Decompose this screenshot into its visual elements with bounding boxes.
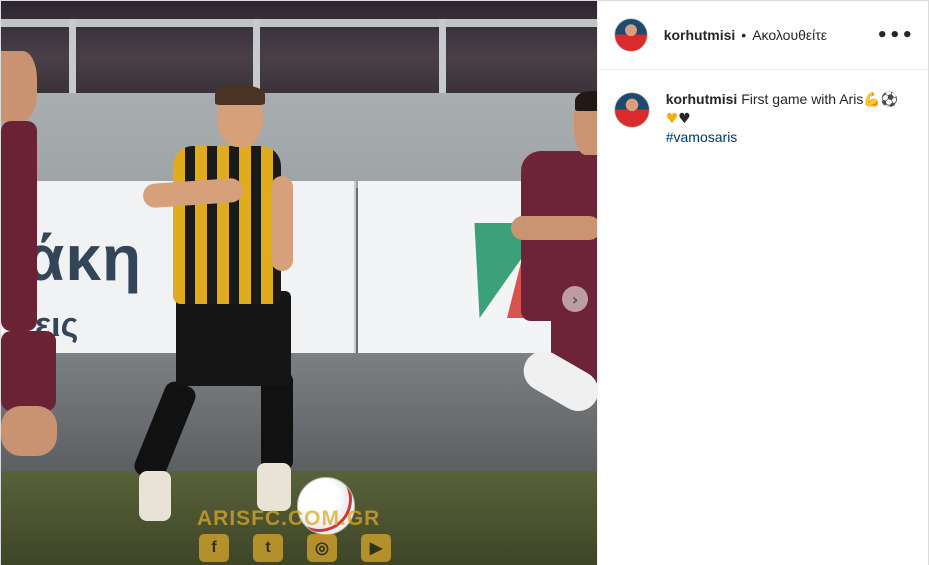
main-player-boot-right <box>257 463 291 511</box>
lower-wall <box>1 353 597 473</box>
stand-railing <box>1 19 597 27</box>
caption-avatar[interactable] <box>613 92 650 128</box>
post-header: korhutmisi • Ακολουθείτε ••• <box>597 1 928 70</box>
caption-text: First game with Aris <box>741 91 864 107</box>
board-text-large: άκη <box>25 222 143 294</box>
more-options-icon[interactable]: ••• <box>876 25 914 46</box>
left-player-leg <box>1 406 57 456</box>
header-username[interactable]: korhutmisi <box>664 27 736 43</box>
youtube-icon: ▶ <box>361 534 391 562</box>
follow-status[interactable]: Ακολουθείτε <box>752 27 827 43</box>
left-player-head <box>1 51 37 121</box>
railing-post <box>439 19 446 93</box>
main-player-shorts <box>176 291 291 386</box>
post-side-panel: korhutmisi • Ακολουθείτε ••• korhutmisi … <box>596 1 928 565</box>
hashtag-link[interactable]: #vamosaris <box>666 128 898 146</box>
railing-post <box>69 19 76 93</box>
right-player-arm <box>511 216 597 240</box>
main-player-boot-left <box>139 471 171 521</box>
railing-post <box>253 19 260 93</box>
main-player-arm-right <box>271 176 293 271</box>
main-player-hair <box>215 85 265 105</box>
watermark-social-icons: f t ◎ ▶ <box>199 534 391 562</box>
stadium-crowd <box>1 1 597 93</box>
black-heart-icon: ♥ <box>678 111 691 127</box>
main-player-shirt <box>173 146 281 304</box>
yellow-heart-icon: ♥ <box>665 111 679 127</box>
flexed-biceps-icon: 💪 <box>863 92 881 108</box>
stand-wall <box>1 93 597 188</box>
caption-body: korhutmisi First game with Aris💪⚽ ♥♥ #va… <box>666 90 898 146</box>
right-player-hair <box>575 91 597 111</box>
next-image-button[interactable]: › <box>562 286 588 312</box>
twitter-icon: t <box>253 534 283 562</box>
left-player-shorts <box>1 331 56 411</box>
watermark-text: ARISFC.COM.GR <box>197 507 381 530</box>
left-player-shirt <box>1 121 37 331</box>
instagram-post: άκη εις ARISFC.COM.GR f t ◎ ▶ › korhutmi… <box>0 0 929 565</box>
caption-username[interactable]: korhutmisi <box>666 91 738 107</box>
instagram-icon: ◎ <box>307 534 337 562</box>
avatar[interactable] <box>613 18 648 52</box>
main-player-leg-right <box>261 371 293 471</box>
caption-comment: korhutmisi First game with Aris💪⚽ ♥♥ #va… <box>598 70 928 146</box>
soccer-ball-icon: ⚽ <box>880 92 899 108</box>
facebook-icon: f <box>199 534 229 562</box>
separator-dot: • <box>741 27 747 43</box>
post-photo[interactable]: άκη εις ARISFC.COM.GR f t ◎ ▶ › <box>1 1 597 565</box>
